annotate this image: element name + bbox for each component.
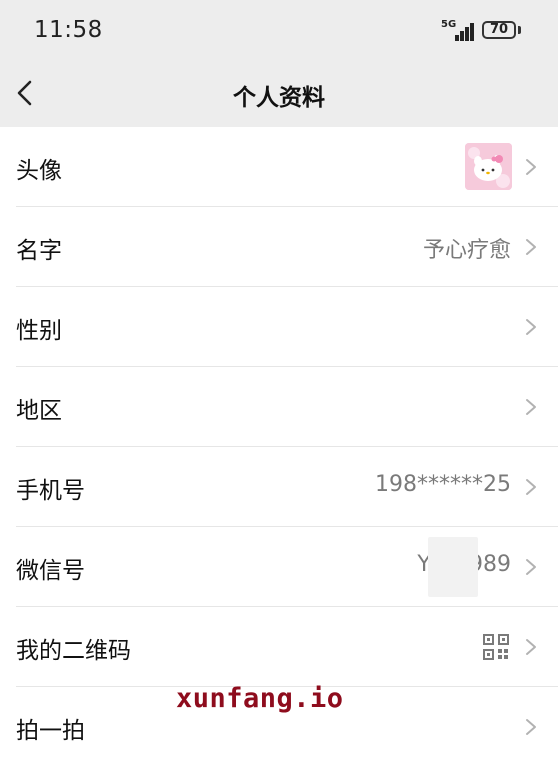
- row-label: 地区: [16, 398, 62, 424]
- header-area: 11:58 5G 70 个人资料: [0, 0, 558, 127]
- status-bar: 11:58 5G 70: [0, 0, 558, 62]
- page-title: 个人资料: [233, 85, 325, 111]
- phone-value: 198******25: [375, 472, 511, 497]
- redaction-blur: [428, 537, 478, 597]
- chevron-right-icon: [526, 319, 536, 335]
- avatar[interactable]: [465, 143, 512, 190]
- chevron-right-icon: [526, 479, 536, 495]
- row-label: 手机号: [16, 478, 85, 504]
- chevron-right-icon: [526, 239, 536, 255]
- row-wechat-id[interactable]: 微信号 YUV 989: [0, 527, 558, 607]
- chevron-right-icon: [526, 159, 536, 175]
- row-qr-code[interactable]: 我的二维码: [0, 607, 558, 687]
- chevron-right-icon: [526, 399, 536, 415]
- signal-icon: 5G: [441, 19, 477, 43]
- row-label: 性别: [16, 318, 62, 344]
- chevron-right-icon: [526, 639, 536, 655]
- nav-bar: 个人资料: [0, 62, 558, 127]
- row-label: 头像: [16, 158, 62, 184]
- battery-icon: 70: [482, 21, 516, 39]
- status-time: 11:58: [34, 17, 103, 43]
- row-gender[interactable]: 性别: [0, 287, 558, 367]
- row-label: 拍一拍: [16, 718, 85, 744]
- row-label: 名字: [16, 238, 62, 264]
- qr-code-icon: [483, 634, 509, 660]
- avatar-image: [465, 143, 512, 190]
- chevron-right-icon: [526, 559, 536, 575]
- battery-tip: [518, 26, 521, 34]
- watermark: xunfang.io: [176, 683, 344, 714]
- row-region[interactable]: 地区: [0, 367, 558, 447]
- row-avatar[interactable]: 头像: [0, 127, 558, 207]
- row-phone[interactable]: 手机号 198******25: [0, 447, 558, 527]
- profile-list: 头像 名字 予心疗愈 性别 地区 手机号 198******25 微信号 989…: [0, 127, 558, 767]
- chevron-right-icon: [526, 719, 536, 735]
- battery-level: 70: [489, 22, 509, 37]
- row-name[interactable]: 名字 予心疗愈: [0, 207, 558, 287]
- row-label: 微信号: [16, 558, 85, 584]
- name-value: 予心疗愈: [422, 238, 511, 263]
- row-label: 我的二维码: [16, 638, 131, 664]
- network-type-label: 5G: [441, 19, 457, 30]
